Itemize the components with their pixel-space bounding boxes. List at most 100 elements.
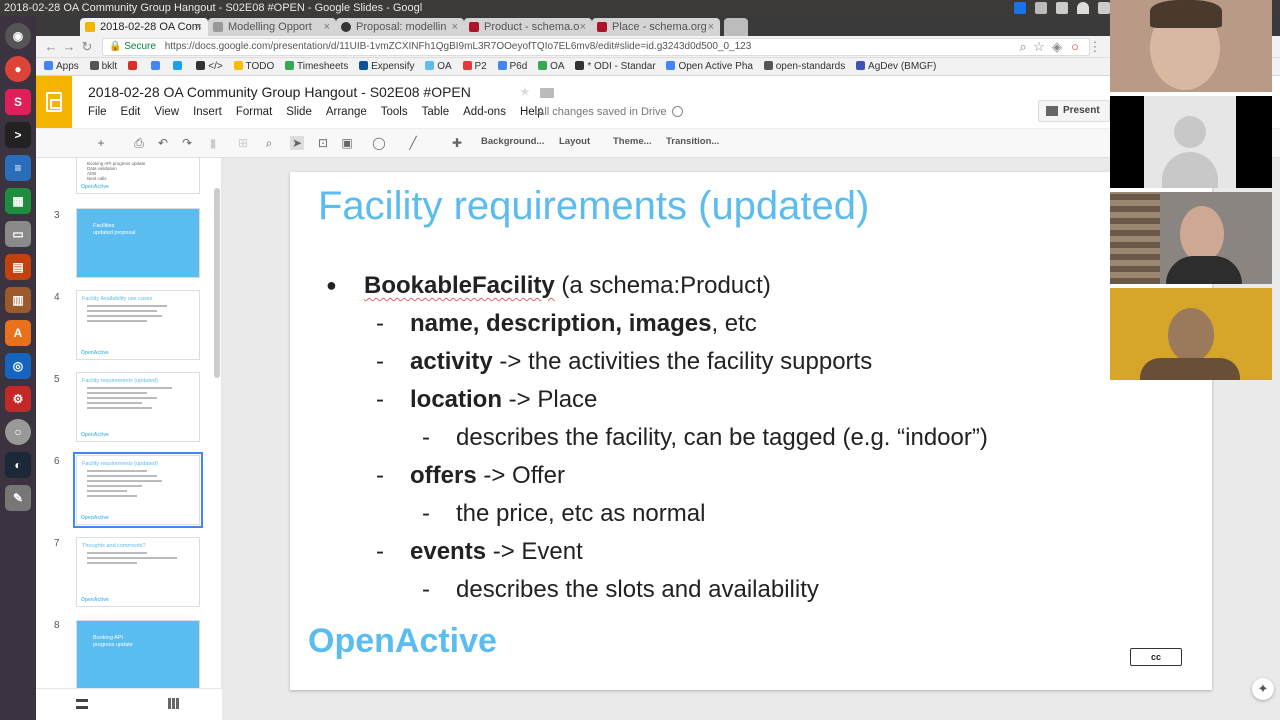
files-icon[interactable]: ▭: [5, 221, 31, 247]
transition-button[interactable]: Transition...: [666, 136, 719, 147]
grid-view-icon[interactable]: [168, 698, 179, 709]
background-button[interactable]: Background...: [481, 136, 544, 147]
tab-place-schema[interactable]: Place - schema.org ×: [592, 18, 720, 36]
fit-icon[interactable]: ⊞: [236, 136, 250, 150]
image-icon[interactable]: ▣: [340, 136, 354, 150]
bookmark-open-active[interactable]: Open Active Pha: [666, 58, 753, 75]
folder-icon[interactable]: [540, 88, 554, 98]
tab-product-schema[interactable]: Product - schema.o ×: [464, 18, 592, 36]
close-tab-icon[interactable]: ×: [324, 18, 330, 36]
forward-icon[interactable]: →: [60, 38, 78, 56]
slide-thumbnail[interactable]: Facility requirements (updated) OpenActi…: [76, 372, 200, 442]
bullet-level-2[interactable]: - location -> Place: [376, 386, 597, 414]
bookmark-code[interactable]: </>: [196, 58, 223, 75]
tab-proposal[interactable]: Proposal: modellin ×: [336, 18, 464, 36]
bookmark-oa-drive[interactable]: OA: [538, 58, 565, 75]
filmstrip-view-icon[interactable]: [76, 699, 88, 709]
wifi-tray-icon[interactable]: [1077, 2, 1089, 14]
menu-arrange[interactable]: Arrange: [326, 106, 367, 118]
slides-logo-icon[interactable]: [36, 76, 72, 128]
menu-file[interactable]: File: [88, 106, 107, 118]
bullet-level-2[interactable]: - name, description, images, etc: [376, 310, 757, 338]
menu-slide[interactable]: Slide: [286, 106, 312, 118]
slack-icon[interactable]: S: [5, 89, 31, 115]
close-tab-icon[interactable]: ×: [452, 18, 458, 36]
bullet-level-3[interactable]: - the price, etc as normal: [422, 500, 705, 528]
steam-icon[interactable]: ◐: [5, 452, 31, 478]
shape-icon[interactable]: ◯: [372, 136, 386, 150]
address-bar[interactable]: 🔒 Secure https://docs.google.com/present…: [102, 38, 1090, 56]
bookmark-p6d[interactable]: P6d: [497, 58, 527, 75]
menu-tools[interactable]: Tools: [381, 106, 408, 118]
undo-icon[interactable]: ↶: [156, 136, 170, 150]
new-slide-icon[interactable]: +: [94, 136, 108, 150]
menu-view[interactable]: View: [154, 106, 179, 118]
bookmark-oa[interactable]: OA: [425, 58, 452, 75]
ubuntu-home-icon[interactable]: ◉: [5, 23, 31, 49]
save-status[interactable]: All changes saved in Drive: [537, 106, 667, 118]
bullet-level-3[interactable]: - describes the slots and availability: [422, 576, 819, 604]
bullet-level-2[interactable]: - offers -> Offer: [376, 462, 565, 490]
tab-slides[interactable]: 2018-02-28 OA Com ×: [80, 18, 208, 36]
bullet-level-2[interactable]: - events -> Event: [376, 538, 583, 566]
camera-icon[interactable]: ◎: [5, 353, 31, 379]
slide-title[interactable]: Facility requirements (updated): [318, 184, 869, 229]
new-tab-button[interactable]: [724, 18, 748, 36]
slide-thumbnail[interactable]: Booking API progress update: [76, 620, 200, 688]
close-tab-icon[interactable]: ×: [580, 18, 586, 36]
browser-menu-icon[interactable]: ⋮: [1086, 38, 1104, 56]
menu-edit[interactable]: Edit: [121, 106, 141, 118]
comment-icon[interactable]: ✚: [450, 136, 464, 150]
bullet-level-2[interactable]: - activity -> the activities the facilit…: [376, 348, 872, 376]
settings-icon[interactable]: ⚙: [5, 386, 31, 412]
disk-icon[interactable]: ○: [5, 419, 31, 445]
slide-thumbnail[interactable]: Booking API progress update Data validat…: [76, 158, 200, 194]
close-tab-icon[interactable]: ×: [196, 18, 202, 36]
theme-button[interactable]: Theme...: [613, 136, 652, 147]
print-icon[interactable]: ⎙: [132, 136, 146, 150]
filmstrip-scrollbar[interactable]: [214, 188, 220, 378]
terminal-icon[interactable]: >: [5, 122, 31, 148]
bookmark-apps[interactable]: Apps: [44, 58, 79, 75]
software-center-icon[interactable]: A: [5, 320, 31, 346]
slide-thumbnail[interactable]: Facilities updated proposal: [76, 208, 200, 278]
bookmark-bklt[interactable]: bklt: [89, 58, 117, 75]
tab-modelling[interactable]: Modelling Opport ×: [208, 18, 336, 36]
select-cursor-icon[interactable]: ➤: [290, 136, 304, 150]
writer-icon[interactable]: ≡: [5, 155, 31, 181]
present-button[interactable]: Present: [1038, 100, 1110, 122]
bookmark-gmail[interactable]: [127, 58, 140, 75]
document-title[interactable]: 2018-02-28 OA Community Group Hangout - …: [88, 84, 471, 100]
slide-thumbnail[interactable]: Facility Availability use cases OpenActi…: [76, 290, 200, 360]
bookmark-odi-standards[interactable]: * ODI - Standar: [575, 58, 656, 75]
archive-icon[interactable]: ▥: [5, 287, 31, 313]
calc-icon[interactable]: ▦: [5, 188, 31, 214]
bookmark-todo[interactable]: TODO: [233, 58, 274, 75]
zoom-icon[interactable]: ⌕: [262, 136, 276, 150]
bookmark-calendar[interactable]: [150, 58, 163, 75]
current-slide[interactable]: Facility requirements (updated) ● Bookab…: [290, 172, 1212, 690]
bookmark-agdev[interactable]: AgDev (BMGF): [856, 58, 936, 75]
explore-icon[interactable]: ✦: [1252, 678, 1274, 700]
bullet-level-3[interactable]: - describes the facility, can be tagged …: [422, 424, 988, 452]
line-icon[interactable]: ╱: [406, 136, 420, 150]
chrome-icon[interactable]: ●: [5, 56, 31, 82]
chrome-tray-icon[interactable]: [1014, 2, 1026, 14]
settings-tray-icon[interactable]: [1035, 2, 1047, 14]
menu-format[interactable]: Format: [236, 106, 272, 118]
layout-button[interactable]: Layout: [559, 136, 590, 147]
bookmark-p2[interactable]: P2: [462, 58, 487, 75]
reload-icon[interactable]: ↻: [78, 38, 96, 56]
menu-table[interactable]: Table: [422, 106, 450, 118]
menu-addons[interactable]: Add-ons: [463, 106, 506, 118]
redo-icon[interactable]: ↷: [180, 136, 194, 150]
bluetooth-tray-icon[interactable]: [1056, 2, 1068, 14]
paint-format-icon[interactable]: ▮: [206, 136, 220, 150]
text-box-icon[interactable]: ⊡: [316, 136, 330, 150]
bookmark-timesheets[interactable]: Timesheets: [285, 58, 348, 75]
slide-thumbnail-selected[interactable]: Facility requirements (updated) OpenActi…: [73, 452, 203, 528]
extension-icon[interactable]: ◈: [1048, 38, 1066, 56]
close-tab-icon[interactable]: ×: [708, 18, 714, 36]
impress-icon[interactable]: ▤: [5, 254, 31, 280]
bookmark-star-icon[interactable]: ☆: [1030, 38, 1048, 56]
